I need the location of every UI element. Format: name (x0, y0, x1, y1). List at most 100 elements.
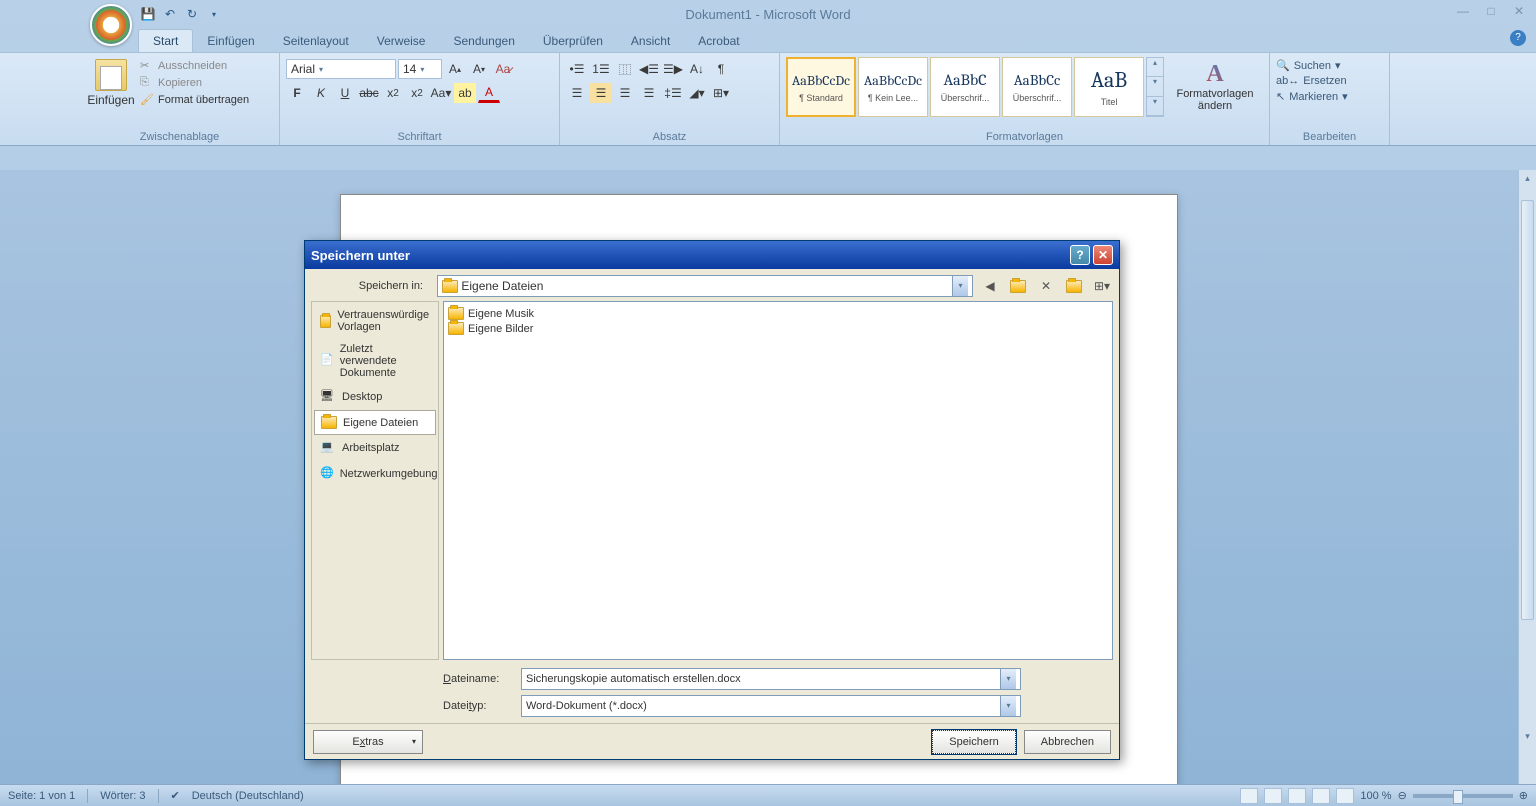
view-draft[interactable] (1336, 788, 1354, 804)
multilevel-button[interactable]: ⿲ (614, 59, 636, 79)
place-desktop[interactable]: 🖥Desktop (314, 384, 436, 410)
select-button[interactable]: ↖Markieren ▾ (1276, 90, 1383, 103)
style-heading2[interactable]: AaBbCcÜberschrif... (1002, 57, 1072, 117)
superscript-button[interactable]: x2 (406, 83, 428, 103)
indent-button[interactable]: ☰▶ (662, 59, 684, 79)
status-words[interactable]: Wörter: 3 (100, 790, 145, 802)
view-outline[interactable] (1312, 788, 1330, 804)
tab-ansicht[interactable]: Ansicht (617, 30, 684, 52)
view-web-layout[interactable] (1288, 788, 1306, 804)
save-icon[interactable]: 💾 (140, 6, 156, 22)
status-language[interactable]: Deutsch (Deutschland) (192, 790, 304, 802)
tab-seitenlayout[interactable]: Seitenlayout (269, 30, 363, 52)
cancel-button[interactable]: Abbrechen (1024, 730, 1111, 754)
replace-button[interactable]: ab↔Ersetzen (1276, 75, 1383, 87)
highlight-button[interactable]: ab (454, 83, 476, 103)
find-button[interactable]: 🔍Suchen ▾ (1276, 59, 1383, 72)
font-size-combo[interactable]: 14▾ (398, 59, 442, 79)
borders-button[interactable]: ⊞▾ (710, 83, 732, 103)
bullets-button[interactable]: •☰ (566, 59, 588, 79)
zoom-level[interactable]: 100 % (1360, 790, 1391, 802)
place-trusted-templates[interactable]: Vertrauenswürdige Vorlagen (314, 304, 436, 338)
grow-font-icon[interactable]: A▴ (444, 59, 466, 79)
extras-button[interactable]: Extras (313, 730, 423, 754)
file-list[interactable]: Eigene Musik Eigene Bilder (443, 301, 1113, 660)
views-icon[interactable]: ⊞▾ (1091, 275, 1113, 297)
tab-sendungen[interactable]: Sendungen (439, 30, 528, 52)
outdent-button[interactable]: ◀☰ (638, 59, 660, 79)
tab-ueberpruefen[interactable]: Überprüfen (529, 30, 617, 52)
dialog-help-button[interactable]: ? (1070, 245, 1090, 265)
styles-gallery-more[interactable]: ▴▾▾ (1146, 57, 1164, 117)
change-case-button[interactable]: Aa▾ (430, 83, 452, 103)
office-button[interactable] (90, 4, 132, 46)
qat-more-icon[interactable]: ▾ (206, 6, 222, 22)
underline-button[interactable]: U (334, 83, 356, 103)
maximize-button[interactable]: □ (1482, 4, 1500, 18)
undo-icon[interactable]: ↶ (162, 6, 178, 22)
back-icon[interactable]: ◀ (979, 275, 1001, 297)
subscript-button[interactable]: x2 (382, 83, 404, 103)
format-painter-button[interactable]: 🖌Format übertragen (140, 93, 249, 107)
style-standard[interactable]: AaBbCcDc¶ Standard (786, 57, 856, 117)
tab-einfuegen[interactable]: Einfügen (193, 30, 268, 52)
scroll-thumb[interactable] (1521, 200, 1534, 620)
align-center-button[interactable]: ☰ (590, 83, 612, 103)
style-heading1[interactable]: AaBbCÜberschrif... (930, 57, 1000, 117)
place-recent[interactable]: 📄Zuletzt verwendete Dokumente (314, 338, 436, 384)
change-styles-button[interactable]: A Formatvorlagen ändern (1170, 57, 1260, 117)
file-item[interactable]: Eigene Musik (448, 306, 1108, 321)
savein-combo[interactable]: Eigene Dateien ▾ (437, 275, 973, 297)
dialog-close-button[interactable]: ✕ (1093, 245, 1113, 265)
view-print-layout[interactable] (1240, 788, 1258, 804)
new-folder-icon[interactable] (1063, 275, 1085, 297)
align-left-button[interactable]: ☰ (566, 83, 588, 103)
zoom-out-button[interactable]: ⊖ (1398, 789, 1407, 802)
up-folder-icon[interactable] (1007, 275, 1029, 297)
status-page[interactable]: Seite: 1 von 1 (8, 790, 75, 802)
save-button[interactable]: Speichern (932, 730, 1016, 754)
help-icon[interactable]: ? (1510, 30, 1526, 46)
place-network[interactable]: 🌐Netzwerkumgebung (314, 461, 436, 487)
numbering-button[interactable]: 1☰ (590, 59, 612, 79)
zoom-in-button[interactable]: ⊕ (1519, 789, 1528, 802)
justify-button[interactable]: ☰ (638, 83, 660, 103)
dialog-title-bar[interactable]: Speichern unter ? ✕ (305, 241, 1119, 269)
tab-start[interactable]: Start (138, 29, 193, 52)
shrink-font-icon[interactable]: A▾ (468, 59, 490, 79)
tab-verweise[interactable]: Verweise (363, 30, 440, 52)
file-name: Eigene Musik (468, 308, 534, 320)
spellcheck-icon[interactable]: ✔ (171, 789, 180, 802)
scroll-down-icon[interactable]: ▾ (1519, 728, 1536, 744)
view-full-screen[interactable] (1264, 788, 1282, 804)
file-item[interactable]: Eigene Bilder (448, 321, 1108, 336)
filename-input[interactable]: Sicherungskopie automatisch erstellen.do… (521, 668, 1021, 690)
redo-icon[interactable]: ↻ (184, 6, 200, 22)
bold-button[interactable]: F (286, 83, 308, 103)
sort-button[interactable]: A↓ (686, 59, 708, 79)
paste-button[interactable]: Einfügen (86, 55, 136, 107)
copy-button[interactable]: ⎘Kopieren (140, 76, 249, 90)
place-my-documents[interactable]: Eigene Dateien (314, 410, 436, 435)
shading-button[interactable]: ◢▾ (686, 83, 708, 103)
pilcrow-button[interactable]: ¶ (710, 59, 732, 79)
scroll-up-icon[interactable]: ▴ (1519, 170, 1536, 186)
zoom-slider[interactable] (1413, 794, 1513, 798)
strike-button[interactable]: abc (358, 83, 380, 103)
style-no-spacing[interactable]: AaBbCcDc¶ Kein Lee... (858, 57, 928, 117)
delete-icon[interactable]: ✕ (1035, 275, 1057, 297)
close-button[interactable]: ✕ (1510, 4, 1528, 18)
font-name-combo[interactable]: Arial▾ (286, 59, 396, 79)
font-color-button[interactable]: A (478, 83, 500, 103)
style-title[interactable]: AaBTitel (1074, 57, 1144, 117)
tab-acrobat[interactable]: Acrobat (684, 30, 753, 52)
cut-button[interactable]: ✂Ausschneiden (140, 59, 249, 73)
align-right-button[interactable]: ☰ (614, 83, 636, 103)
italic-button[interactable]: K (310, 83, 332, 103)
clear-format-icon[interactable]: Aa̷ (492, 59, 514, 79)
line-spacing-button[interactable]: ‡☰ (662, 83, 684, 103)
minimize-button[interactable]: — (1454, 4, 1472, 18)
place-my-computer[interactable]: 💻Arbeitsplatz (314, 435, 436, 461)
filetype-combo[interactable]: Word-Dokument (*.docx)▾ (521, 695, 1021, 717)
vertical-scrollbar[interactable]: ▴ ▾ (1518, 170, 1536, 784)
